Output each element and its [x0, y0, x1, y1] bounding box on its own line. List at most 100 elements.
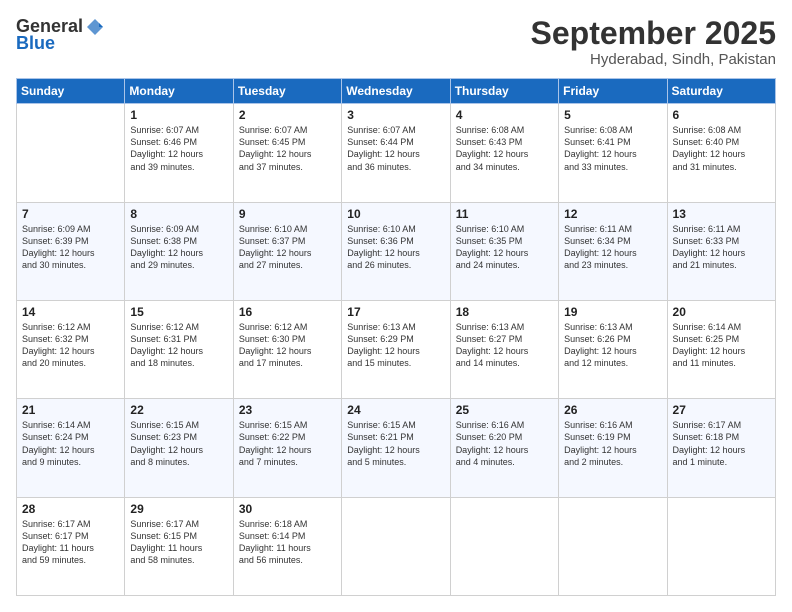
weekday-header-saturday: Saturday: [667, 79, 775, 104]
weekday-header-sunday: Sunday: [17, 79, 125, 104]
day-info: Sunrise: 6:07 AMSunset: 6:46 PMDaylight:…: [130, 124, 227, 173]
day-info: Sunrise: 6:17 AMSunset: 6:15 PMDaylight:…: [130, 518, 227, 567]
day-number: 19: [564, 305, 661, 319]
calendar-cell: 13Sunrise: 6:11 AMSunset: 6:33 PMDayligh…: [667, 202, 775, 300]
calendar-cell: 3 Sunrise: 6:07 AMSunset: 6:44 PMDaylight…: [342, 104, 450, 202]
day-info: Sunrise: 6:11 AMSunset: 6:33 PMDaylight:…: [673, 223, 770, 272]
calendar-cell: 26Sunrise: 6:16 AMSunset: 6:19 PMDayligh…: [559, 399, 667, 497]
calendar-cell: 4Sunrise: 6:08 AMSunset: 6:43 PMDaylight…: [450, 104, 558, 202]
calendar-cell: 10 Sunrise: 6:10 AMSunset: 6:36 PMDayligh…: [342, 202, 450, 300]
calendar-cell: 11 Sunrise: 6:10 AMSunset: 6:35 PMDayligh…: [450, 202, 558, 300]
day-number: 30: [239, 502, 336, 516]
day-number: 10: [347, 207, 444, 221]
day-info: Sunrise: 6:14 AMSunset: 6:24 PMDaylight:…: [22, 419, 119, 468]
calendar-cell: 22 Sunrise: 6:15 AMSunset: 6:23 PMDayligh…: [125, 399, 233, 497]
day-number: 11: [456, 207, 553, 221]
calendar-cell: 30 Sunrise: 6:18 AMSunset: 6:14 PMDayligh…: [233, 497, 341, 595]
month-title: September 2025: [531, 16, 776, 51]
day-number: 27: [673, 403, 770, 417]
day-info: Sunrise: 6:12 AMSunset: 6:31 PMDaylight:…: [130, 321, 227, 370]
day-number: 2: [239, 108, 336, 122]
day-number: 18: [456, 305, 553, 319]
calendar-cell: 29 Sunrise: 6:17 AMSunset: 6:15 PMDayligh…: [125, 497, 233, 595]
day-number: 29: [130, 502, 227, 516]
day-info: Sunrise: 6:15 AMSunset: 6:21 PMDaylight:…: [347, 419, 444, 468]
weekday-header-wednesday: Wednesday: [342, 79, 450, 104]
day-info: Sunrise: 6:12 AMSunset: 6:32 PMDaylight:…: [22, 321, 119, 370]
week-row-5: 28Sunrise: 6:17 AMSunset: 6:17 PMDayligh…: [17, 497, 776, 595]
day-number: 25: [456, 403, 553, 417]
day-info: Sunrise: 6:18 AMSunset: 6:14 PMDaylight:…: [239, 518, 336, 567]
day-number: 7: [22, 207, 119, 221]
calendar-cell: 19 Sunrise: 6:13 AMSunset: 6:26 PMDayligh…: [559, 300, 667, 398]
calendar-cell: 17 Sunrise: 6:13 AMSunset: 6:29 PMDayligh…: [342, 300, 450, 398]
weekday-header-friday: Friday: [559, 79, 667, 104]
calendar-cell: 16 Sunrise: 6:12 AMSunset: 6:30 PMDayligh…: [233, 300, 341, 398]
weekday-header-monday: Monday: [125, 79, 233, 104]
calendar-cell: 27Sunrise: 6:17 AMSunset: 6:18 PMDayligh…: [667, 399, 775, 497]
calendar-cell: [559, 497, 667, 595]
day-number: 9: [239, 207, 336, 221]
day-number: 4: [456, 108, 553, 122]
day-number: 5: [564, 108, 661, 122]
day-info: Sunrise: 6:10 AMSunset: 6:35 PMDaylight:…: [456, 223, 553, 272]
calendar-table: SundayMondayTuesdayWednesdayThursdayFrid…: [16, 78, 776, 596]
day-info: Sunrise: 6:10 AMSunset: 6:36 PMDaylight:…: [347, 223, 444, 272]
calendar-cell: 21 Sunrise: 6:14 AMSunset: 6:24 PMDayligh…: [17, 399, 125, 497]
day-number: 21: [22, 403, 119, 417]
day-number: 26: [564, 403, 661, 417]
day-info: Sunrise: 6:12 AMSunset: 6:30 PMDaylight:…: [239, 321, 336, 370]
logo-blue: Blue: [16, 33, 55, 54]
weekday-header-tuesday: Tuesday: [233, 79, 341, 104]
day-number: 20: [673, 305, 770, 319]
calendar-cell: 25 Sunrise: 6:16 AMSunset: 6:20 PMDayligh…: [450, 399, 558, 497]
day-info: Sunrise: 6:08 AMSunset: 6:41 PMDaylight:…: [564, 124, 661, 173]
calendar-cell: 15 Sunrise: 6:12 AMSunset: 6:31 PMDayligh…: [125, 300, 233, 398]
week-row-4: 21 Sunrise: 6:14 AMSunset: 6:24 PMDayligh…: [17, 399, 776, 497]
calendar-cell: 2Sunrise: 6:07 AMSunset: 6:45 PMDaylight…: [233, 104, 341, 202]
day-info: Sunrise: 6:13 AMSunset: 6:27 PMDaylight:…: [456, 321, 553, 370]
logo: General Blue: [16, 16, 105, 54]
day-number: 12: [564, 207, 661, 221]
day-info: Sunrise: 6:16 AMSunset: 6:20 PMDaylight:…: [456, 419, 553, 468]
title-block: September 2025 Hyderabad, Sindh, Pakista…: [531, 16, 776, 68]
header: General Blue September 2025 Hyderabad, S…: [16, 16, 776, 68]
day-number: 23: [239, 403, 336, 417]
calendar-cell: 5 Sunrise: 6:08 AMSunset: 6:41 PMDaylight…: [559, 104, 667, 202]
day-info: Sunrise: 6:15 AMSunset: 6:22 PMDaylight:…: [239, 419, 336, 468]
calendar-cell: 7 Sunrise: 6:09 AMSunset: 6:39 PMDaylight…: [17, 202, 125, 300]
day-info: Sunrise: 6:13 AMSunset: 6:29 PMDaylight:…: [347, 321, 444, 370]
calendar-cell: 24Sunrise: 6:15 AMSunset: 6:21 PMDayligh…: [342, 399, 450, 497]
weekday-header-row: SundayMondayTuesdayWednesdayThursdayFrid…: [17, 79, 776, 104]
calendar-cell: 8Sunrise: 6:09 AMSunset: 6:38 PMDaylight…: [125, 202, 233, 300]
day-info: Sunrise: 6:14 AMSunset: 6:25 PMDaylight:…: [673, 321, 770, 370]
day-info: Sunrise: 6:11 AMSunset: 6:34 PMDaylight:…: [564, 223, 661, 272]
day-number: 17: [347, 305, 444, 319]
week-row-2: 7 Sunrise: 6:09 AMSunset: 6:39 PMDaylight…: [17, 202, 776, 300]
calendar-cell: 23 Sunrise: 6:15 AMSunset: 6:22 PMDayligh…: [233, 399, 341, 497]
day-number: 3: [347, 108, 444, 122]
day-number: 1: [130, 108, 227, 122]
location-subtitle: Hyderabad, Sindh, Pakistan: [531, 51, 776, 68]
day-number: 15: [130, 305, 227, 319]
calendar-cell: 14Sunrise: 6:12 AMSunset: 6:32 PMDayligh…: [17, 300, 125, 398]
calendar-cell: 28Sunrise: 6:17 AMSunset: 6:17 PMDayligh…: [17, 497, 125, 595]
day-info: Sunrise: 6:15 AMSunset: 6:23 PMDaylight:…: [130, 419, 227, 468]
calendar-cell: [450, 497, 558, 595]
calendar-cell: [667, 497, 775, 595]
page: General Blue September 2025 Hyderabad, S…: [0, 0, 792, 612]
calendar-cell: 12 Sunrise: 6:11 AMSunset: 6:34 PMDayligh…: [559, 202, 667, 300]
day-number: 6: [673, 108, 770, 122]
weekday-header-thursday: Thursday: [450, 79, 558, 104]
day-info: Sunrise: 6:10 AMSunset: 6:37 PMDaylight:…: [239, 223, 336, 272]
calendar-cell: [17, 104, 125, 202]
day-info: Sunrise: 6:07 AMSunset: 6:44 PMDaylight:…: [347, 124, 444, 173]
week-row-1: 1 Sunrise: 6:07 AMSunset: 6:46 PMDaylight…: [17, 104, 776, 202]
day-number: 22: [130, 403, 227, 417]
day-info: Sunrise: 6:13 AMSunset: 6:26 PMDaylight:…: [564, 321, 661, 370]
day-number: 16: [239, 305, 336, 319]
calendar-cell: 6Sunrise: 6:08 AMSunset: 6:40 PMDaylight…: [667, 104, 775, 202]
calendar-cell: 9 Sunrise: 6:10 AMSunset: 6:37 PMDaylight…: [233, 202, 341, 300]
calendar-cell: [342, 497, 450, 595]
day-info: Sunrise: 6:09 AMSunset: 6:39 PMDaylight:…: [22, 223, 119, 272]
